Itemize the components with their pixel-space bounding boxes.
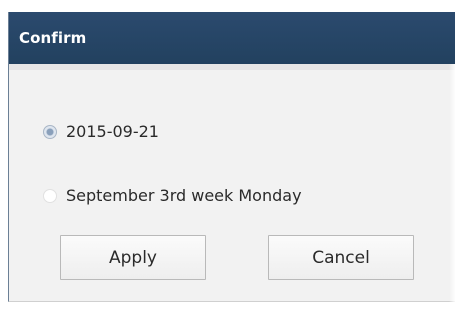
radio-unselected-icon[interactable] — [43, 188, 57, 203]
option-week-radio[interactable]: September 3rd week Monday — [43, 186, 302, 205]
option-week-label: September 3rd week Monday — [66, 186, 302, 205]
cancel-button[interactable]: Cancel — [268, 235, 414, 280]
radio-selected-icon[interactable] — [43, 124, 57, 139]
apply-button[interactable]: Apply — [60, 235, 206, 280]
option-date-radio[interactable]: 2015-09-21 — [43, 122, 159, 141]
dialog-title: Confirm — [19, 29, 87, 47]
dialog-header-divider — [9, 64, 455, 70]
confirm-dialog: Confirm 2015-09-21 September 3rd week Mo… — [8, 12, 455, 302]
dialog-edge-fade — [449, 64, 455, 302]
dialog-titlebar: Confirm — [9, 12, 455, 64]
option-date-label: 2015-09-21 — [66, 122, 159, 141]
